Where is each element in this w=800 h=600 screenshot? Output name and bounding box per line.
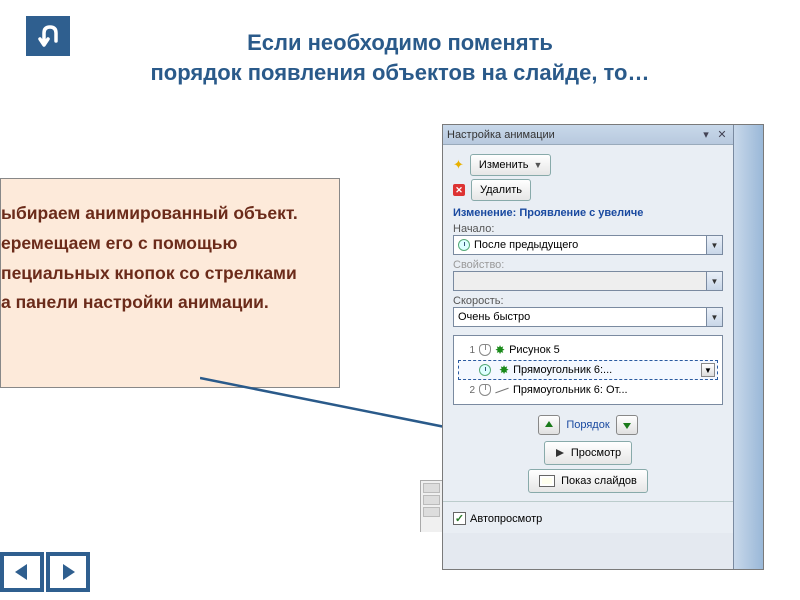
preview-label: Просмотр	[571, 447, 621, 459]
autopreview-row[interactable]: ✓ Автопросмотр	[453, 510, 723, 525]
star-icon: ✦	[453, 157, 464, 173]
title-line-1: Если необходимо поменять	[247, 30, 553, 55]
item-number: 1	[461, 345, 475, 356]
change-button[interactable]: Изменить ▼	[470, 154, 552, 176]
move-up-button[interactable]	[538, 415, 560, 435]
prev-slide-button[interactable]	[0, 552, 44, 592]
slideshow-button[interactable]: Показ слайдов	[528, 469, 648, 493]
instruction-box: ыбираем анимированный объект. еремещаем …	[0, 178, 340, 388]
item-text: Прямоугольник 6: От...	[513, 384, 715, 396]
slide-nav	[0, 552, 90, 592]
instruction-line: еремещаем его с помощью	[1, 229, 331, 259]
slideshow-label: Показ слайдов	[561, 475, 637, 487]
effect-section-label: Изменение: Проявление с увеличе	[453, 207, 723, 219]
animation-item-selected[interactable]: ✸ Прямоугольник 6:... ▼	[458, 360, 718, 380]
panel-titlebar: Настройка анимации ▾ ✕	[443, 125, 733, 145]
title-line-2: порядок появления объектов на слайде, то…	[151, 60, 650, 85]
start-value: После предыдущего	[474, 239, 578, 251]
arrow-down-icon	[621, 419, 633, 431]
item-dropdown-icon[interactable]: ▼	[701, 363, 715, 377]
delete-button[interactable]: Удалить	[471, 179, 531, 201]
taskpane-sidebar	[733, 125, 763, 569]
property-label: Свойство:	[453, 259, 723, 271]
path-line-icon	[495, 387, 508, 393]
animation-list: 1 ✸ Рисунок 5 ✸ Прямоугольник 6:... ▼ 2	[453, 335, 723, 405]
effect-star-icon: ✸	[499, 363, 509, 377]
animation-item[interactable]: 1 ✸ Рисунок 5	[458, 340, 718, 360]
animation-item[interactable]: 2 Прямоугольник 6: От...	[458, 380, 718, 400]
arrow-right-icon	[57, 561, 79, 583]
dropdown-icon[interactable]: ▾	[699, 128, 713, 142]
move-down-button[interactable]	[616, 415, 638, 435]
property-combo: ▼	[453, 271, 723, 291]
panel-title: Настройка анимации	[447, 129, 697, 141]
item-text: Прямоугольник 6:...	[513, 364, 697, 376]
order-controls: Порядок	[453, 415, 723, 435]
start-label: Начало:	[453, 223, 723, 235]
clock-icon	[479, 364, 491, 376]
clock-icon	[458, 239, 470, 251]
change-button-label: Изменить	[479, 159, 529, 171]
chevron-down-icon: ▼	[706, 236, 722, 254]
effect-star-icon: ✸	[495, 343, 505, 357]
play-icon	[555, 448, 565, 458]
autopreview-label: Автопросмотр	[470, 513, 542, 525]
chevron-down-icon: ▼	[534, 160, 543, 170]
divider	[443, 501, 733, 502]
start-combo[interactable]: После предыдущего ▼	[453, 235, 723, 255]
animation-panel: Настройка анимации ▾ ✕ ✦ Изменить ▼ ✕ Уд…	[442, 124, 764, 570]
speed-combo[interactable]: Очень быстро ▼	[453, 307, 723, 327]
speed-label: Скорость:	[453, 295, 723, 307]
item-number: 2	[461, 385, 475, 396]
mouse-icon	[479, 384, 491, 396]
instruction-line: пециальных кнопок со стрелками	[1, 259, 331, 289]
instruction-line: а панели настройки анимации.	[1, 288, 331, 318]
delete-x-icon: ✕	[453, 184, 465, 196]
speed-value: Очень быстро	[458, 311, 530, 323]
preview-button[interactable]: Просмотр	[544, 441, 632, 465]
close-icon[interactable]: ✕	[715, 128, 729, 142]
slide-title: Если необходимо поменять порядок появлен…	[36, 28, 764, 87]
slide-thumb-strip	[420, 480, 442, 532]
delete-button-label: Удалить	[480, 184, 522, 196]
item-text: Рисунок 5	[509, 344, 715, 356]
chevron-down-icon: ▼	[706, 308, 722, 326]
arrow-up-icon	[543, 419, 555, 431]
arrow-left-icon	[11, 561, 33, 583]
checkbox-checked-icon[interactable]: ✓	[453, 512, 466, 525]
mouse-icon	[479, 344, 491, 356]
instruction-line: ыбираем анимированный объект.	[1, 199, 331, 229]
order-label: Порядок	[566, 419, 609, 431]
next-slide-button[interactable]	[46, 552, 90, 592]
slideshow-icon	[539, 475, 555, 487]
